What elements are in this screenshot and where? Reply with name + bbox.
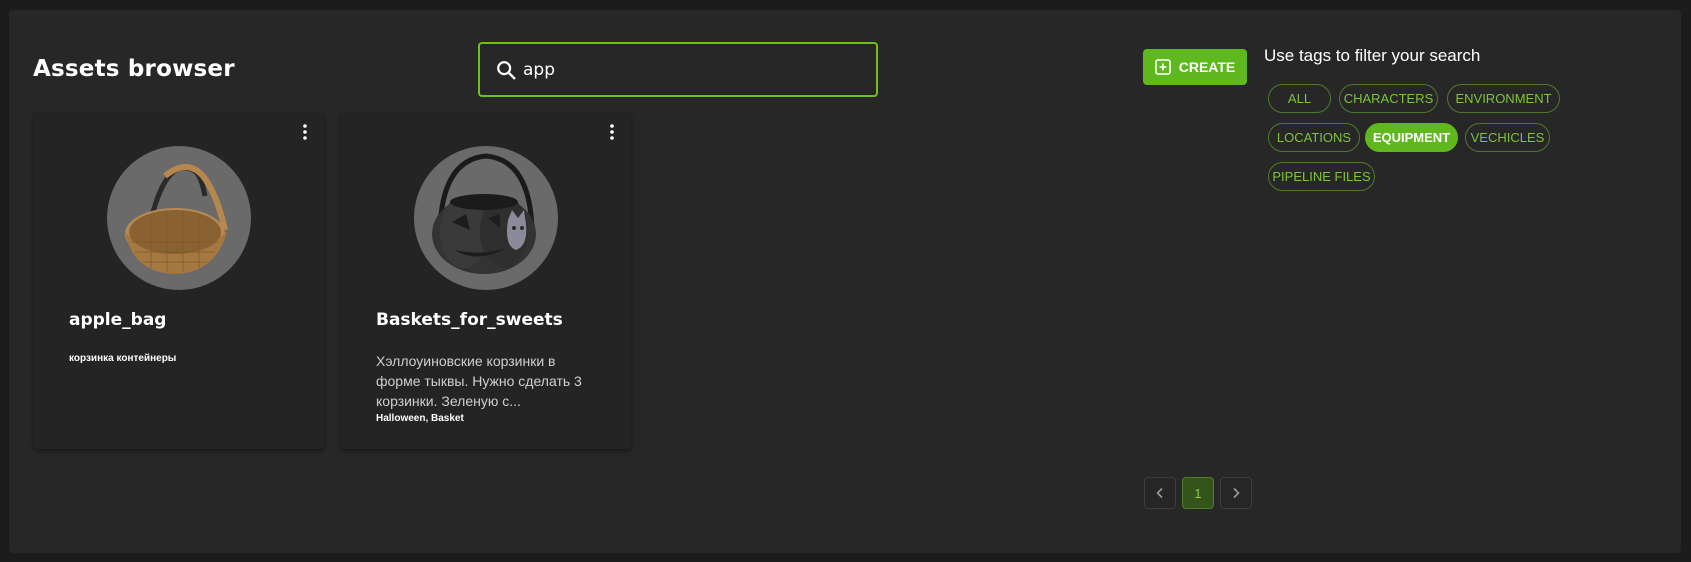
more-vert-icon[interactable] bbox=[607, 123, 617, 141]
create-button[interactable]: CREATE bbox=[1143, 49, 1247, 85]
search-input[interactable] bbox=[523, 56, 853, 84]
page-button-1[interactable]: 1 bbox=[1182, 477, 1214, 509]
page-title: Assets browser bbox=[33, 56, 235, 82]
tag-vechicles[interactable]: VECHICLES bbox=[1465, 123, 1550, 152]
tag-locations[interactable]: LOCATIONS bbox=[1268, 123, 1360, 152]
wicker-basket-image bbox=[107, 146, 251, 290]
tag-pipeline-files[interactable]: PIPELINE FILES bbox=[1268, 162, 1375, 191]
tags-filter-title: Use tags to filter your search bbox=[1264, 46, 1481, 65]
prev-page-button[interactable] bbox=[1144, 477, 1176, 509]
next-page-button[interactable] bbox=[1220, 477, 1252, 509]
chevron-right-icon bbox=[1233, 487, 1240, 499]
pumpkin-basket-image bbox=[414, 146, 558, 290]
asset-card[interactable]: Baskets_for_sweets Хэллоуиновские корзин… bbox=[341, 113, 631, 449]
tag-characters[interactable]: CHARACTERS bbox=[1339, 84, 1438, 113]
tag-environment[interactable]: ENVIRONMENT bbox=[1447, 84, 1560, 113]
tag-all[interactable]: ALL bbox=[1268, 84, 1331, 113]
search-icon bbox=[497, 61, 516, 80]
search-box[interactable] bbox=[478, 42, 878, 97]
asset-name: Baskets_for_sweets bbox=[376, 310, 563, 330]
tag-equipment[interactable]: EQUIPMENT bbox=[1365, 123, 1458, 152]
asset-tags: корзинка контейнеры bbox=[69, 353, 177, 364]
plus-square-icon bbox=[1154, 59, 1171, 75]
asset-description: Хэллоуиновские корзинки в форме тыквы. Н… bbox=[376, 353, 582, 409]
create-button-label: CREATE bbox=[1178, 59, 1236, 75]
chevron-left-icon bbox=[1156, 487, 1163, 499]
asset-card[interactable]: apple_bag корзинка контейнеры bbox=[34, 113, 324, 449]
more-vert-icon[interactable] bbox=[300, 123, 310, 141]
asset-tags: Halloween, Basket bbox=[376, 413, 464, 424]
asset-name: apple_bag bbox=[69, 310, 167, 330]
